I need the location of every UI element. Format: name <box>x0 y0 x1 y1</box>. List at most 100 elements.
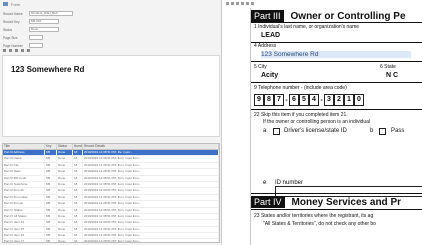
zoom-icon[interactable] <box>231 2 234 5</box>
table-cell: 2019/2019 12:38:51 PM: file: Input... <box>83 150 219 156</box>
owner-name-field[interactable]: LEAD <box>261 32 280 39</box>
table-cell: Done <box>57 175 73 181</box>
table-cell: Part III ID type <box>3 201 45 207</box>
table-cell: 2019/2019 12:38:51 PM; Item; Input from.… <box>83 226 219 233</box>
part-iv-header: Part IV Money Services and Pr <box>251 196 422 208</box>
part-iv-tag: Part IV <box>251 196 285 208</box>
table-cell: Part III ZIP Code <box>3 175 45 181</box>
table-cell: M5 <box>45 169 57 175</box>
item23-label: 23 States and/or territories where the r… <box>254 213 374 219</box>
column-header[interactable]: Number <box>73 144 83 149</box>
table-cell: Part III Address <box>3 150 45 156</box>
zoom-in-icon[interactable] <box>3 49 6 52</box>
table-cell: Done <box>57 162 73 169</box>
field-row: Page Number <box>3 42 87 49</box>
image-preview[interactable]: 123 Somewhere Rd <box>2 55 220 137</box>
zoom-out-icon[interactable] <box>9 49 12 52</box>
field-label: Status <box>3 27 13 32</box>
item9-label: 9 Telephone number - (include area code) <box>254 85 347 91</box>
item5-label: 5 City <box>254 64 267 70</box>
table-cell: 2019/2019 12:38:51 PM; Item; Input from.… <box>83 213 219 220</box>
part-iii-tag: Part III <box>251 10 284 22</box>
preview-toolbar <box>3 49 30 52</box>
table-cell: 18 <box>73 175 83 181</box>
rotate-icon[interactable] <box>21 49 24 52</box>
address-field[interactable]: 123 Somewhere Rd <box>261 51 411 58</box>
part-iii-title: Owner or Controlling Pe <box>290 10 406 22</box>
table-cell: 2019/2019 12:38:51 PM; Item; Input from.… <box>83 207 219 213</box>
option-b-letter: b <box>370 128 374 134</box>
table-cell: Done <box>57 239 73 242</box>
city-field[interactable]: Acity <box>261 72 278 79</box>
table-cell: Done <box>57 207 73 213</box>
item22-subtext: If the owner or controlling person is an… <box>263 119 371 125</box>
column-header[interactable]: Status <box>57 144 73 149</box>
table-cell: M5 <box>45 213 57 220</box>
table-cell: M5 <box>45 194 57 201</box>
app-window: Form Record Name NO-ELG_DSH_Beh Record K… <box>0 0 222 245</box>
phone-digit: 6 <box>289 94 299 106</box>
table-cell: M5 <box>45 226 57 233</box>
table-cell: Part IV Item 25 <box>3 226 45 233</box>
field-row: Record Name NO-ELG_DSH_Beh <box>3 10 87 17</box>
table-cell: 18 <box>73 162 83 169</box>
fit-icon[interactable] <box>15 49 18 52</box>
table-cell: Done <box>57 226 73 233</box>
table-cell: Part III City <box>3 162 45 169</box>
print-icon[interactable] <box>236 2 239 5</box>
option-b-label: Pass <box>391 128 405 134</box>
table-cell: Done <box>57 194 73 201</box>
table-cell: Part IV All States <box>3 213 45 220</box>
table-cell: M5 <box>45 201 57 207</box>
table-cell: M5 <box>45 233 57 239</box>
table-cell: M5 <box>45 150 57 156</box>
divider <box>251 193 422 194</box>
divider <box>251 42 422 43</box>
field-row: Record Key M5-001 <box>3 18 87 25</box>
crop-icon[interactable] <box>27 49 30 52</box>
item22-label: 22 Skip this item if you completed item … <box>254 112 348 118</box>
table-cell: M5 <box>45 239 57 242</box>
table-cell: 18 <box>73 213 83 220</box>
table-cell: Done <box>57 220 73 226</box>
table-cell: 18 <box>73 156 83 162</box>
table-cell: Done <box>57 213 73 220</box>
field-label: Page Number <box>3 43 23 48</box>
passport-checkbox[interactable] <box>379 128 386 135</box>
status-input[interactable]: Done <box>29 27 59 32</box>
item23-subtext: "All States & Territories", do not check… <box>263 221 376 227</box>
table-cell: 18 <box>73 201 83 207</box>
table-cell: 2019/2019 12:38:51 PM; Item; Input from.… <box>83 162 219 169</box>
table-cell: M5 <box>45 156 57 162</box>
page-icon[interactable] <box>226 2 229 5</box>
state-field[interactable]: N C <box>386 72 398 79</box>
column-header[interactable]: Key <box>45 144 57 149</box>
record-key-input[interactable]: M5-001 <box>29 19 59 24</box>
table-cell: M5 <box>45 162 57 169</box>
table-cell: 2019/2019 12:38:51 PM; Item; Input from.… <box>83 201 219 207</box>
drivers-license-checkbox[interactable] <box>273 128 280 135</box>
table-cell: Done <box>57 156 73 162</box>
table-cell: Done <box>57 188 73 194</box>
next-page-icon[interactable] <box>251 2 254 5</box>
table-cell: Part IV Item 27 <box>3 239 45 242</box>
save-icon[interactable] <box>241 2 244 5</box>
table-cell: 2019/2019 12:38:51 PM; Item; Input from.… <box>83 239 219 242</box>
table-cell: 2019/2019 12:38:51 PM; Item; Input from.… <box>83 194 219 201</box>
phone-digit: 5 <box>299 94 309 106</box>
item4-label: 4 Address <box>254 43 277 49</box>
table-row[interactable]: Part IV Item 27 M5 Done 18 2019/2019 12:38:5… <box>3 239 219 242</box>
table-cell: Done <box>57 181 73 188</box>
prev-page-icon[interactable] <box>246 2 249 5</box>
record-name-input[interactable]: NO-ELG_DSH_Beh <box>29 11 73 16</box>
telephone-field[interactable]: 9 8 7 - 6 5 4 - 3 2 1 0 <box>254 94 364 106</box>
table-cell: 2019/2019 12:38:51 PM; Item; Input from.… <box>83 188 219 194</box>
records-grid: Title Key Status Number Record Details P… <box>2 143 220 243</box>
column-header[interactable]: Title <box>3 144 45 149</box>
page-number-input[interactable] <box>29 43 43 48</box>
phone-digit: 9 <box>254 94 264 106</box>
table-cell: Part IV States <box>3 207 45 213</box>
page-size-input[interactable] <box>29 35 43 40</box>
column-header[interactable]: Record Details <box>83 144 219 149</box>
table-cell: Done <box>57 201 73 207</box>
